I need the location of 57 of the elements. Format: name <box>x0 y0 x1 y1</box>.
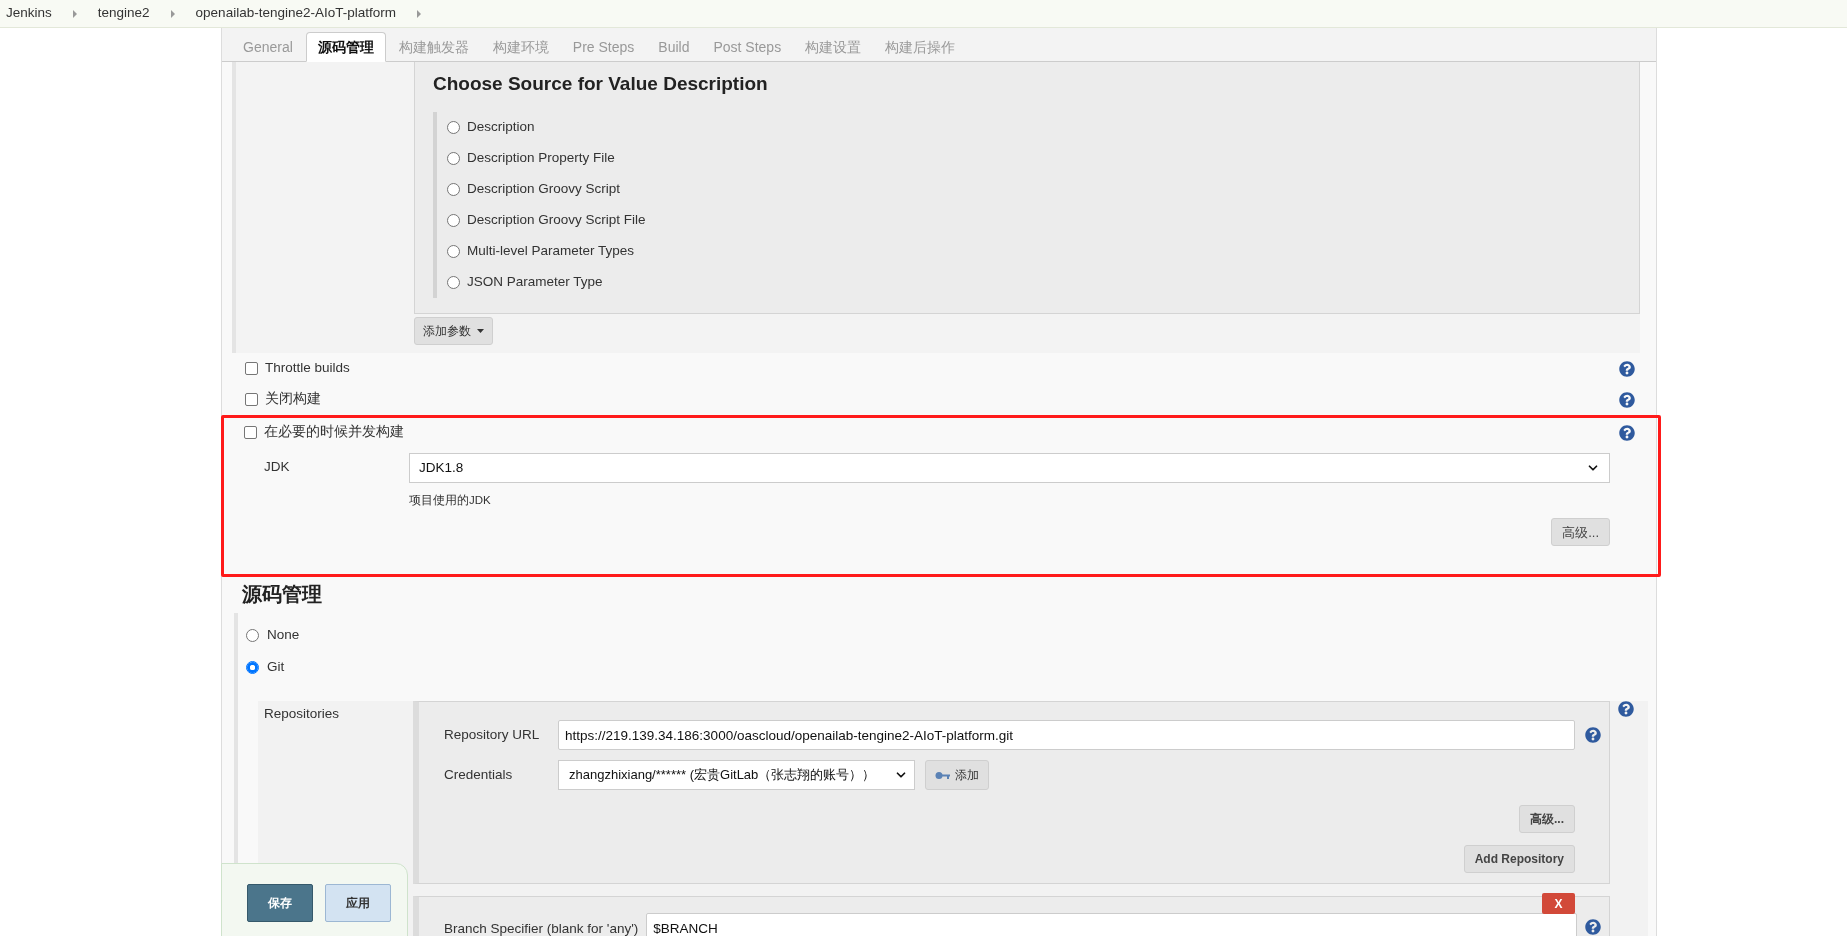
radio-button[interactable] <box>447 245 460 258</box>
help-icon[interactable] <box>1619 360 1635 377</box>
checkbox[interactable] <box>245 393 258 406</box>
help-icon[interactable] <box>1619 424 1635 441</box>
radio-button[interactable] <box>246 628 259 642</box>
radio-button[interactable] <box>447 152 460 165</box>
field-hint: 项目使用的JDK <box>409 493 492 508</box>
add-credentials-button[interactable]: 添加 <box>925 760 989 790</box>
radio-button[interactable] <box>447 214 460 227</box>
add-parameter-button[interactable]: 添加参数 <box>414 317 493 345</box>
repository-url-field[interactable]: https://219.139.34.186:3000/oascloud/openailab-tengine2-AIoT-platform.git <box>558 720 1575 750</box>
radio-button[interactable] <box>447 183 460 196</box>
apply-button[interactable]: 应用 <box>325 884 391 922</box>
radio-label: None <box>267 625 300 644</box>
field-label: Repository URL <box>444 725 541 744</box>
help-icon[interactable] <box>1618 701 1634 717</box>
checkbox-label: 在必要的时候并发构建 <box>264 423 404 442</box>
advanced-button[interactable]: 高级... <box>1551 518 1610 547</box>
help-icon[interactable] <box>1585 727 1601 743</box>
branch-specifier-field[interactable]: $BRANCH <box>646 913 1577 936</box>
key-icon <box>935 770 951 780</box>
breadcrumb-link[interactable]: tengine2 <box>97 3 150 24</box>
chevron-right-icon[interactable] <box>169 9 176 18</box>
radio-label: Description Groovy Script File <box>467 211 646 230</box>
breadcrumb-link[interactable]: Jenkins <box>6 3 52 24</box>
delete-button[interactable]: X <box>1542 893 1575 914</box>
chevron-right-icon[interactable] <box>71 9 78 18</box>
field-label: Repositories <box>263 705 341 723</box>
add-repository-button[interactable]: Add Repository <box>1463 845 1575 873</box>
checkbox-label: Throttle builds <box>265 359 350 378</box>
field-label: Branch Specifier (blank for 'any') <box>444 920 639 936</box>
radio-label: JSON Parameter Type <box>467 273 603 292</box>
checkbox[interactable] <box>244 426 257 439</box>
help-icon[interactable] <box>1585 919 1601 935</box>
caret-icon <box>477 329 484 333</box>
radio-label: Description Groovy Script <box>467 180 621 199</box>
panel-title: Choose Source for Value Description <box>433 72 769 96</box>
credentials-select[interactable]: zhangzhixiang/****** (宏贵GitLab（张志翔的账号）） <box>558 760 915 790</box>
radio-label: Multi-level Parameter Types <box>467 242 635 261</box>
breadcrumb-link[interactable]: openailab-tengine2-AIoT-platform <box>195 3 396 24</box>
radio-button[interactable] <box>447 121 460 134</box>
chevron-right-icon[interactable] <box>415 9 422 18</box>
radio-label: Git <box>267 657 285 676</box>
save-button[interactable]: 保存 <box>247 884 313 922</box>
field-label: JDK <box>264 458 291 476</box>
field-label: Credentials <box>444 765 514 784</box>
radio-label: Description <box>467 118 535 137</box>
radio-button[interactable] <box>246 660 259 674</box>
radio-label: Description Property File <box>467 149 615 168</box>
jdk-select[interactable]: JDK1.8 <box>409 453 1610 483</box>
radio-button[interactable] <box>447 276 460 289</box>
checkbox[interactable] <box>245 362 258 375</box>
help-icon[interactable] <box>1619 391 1635 408</box>
advanced-button[interactable]: 高级... <box>1519 805 1575 833</box>
section-heading: 源码管理 <box>241 582 323 607</box>
checkbox-label: 关闭构建 <box>265 390 321 409</box>
tab[interactable]: 源码管理 <box>305 32 386 62</box>
